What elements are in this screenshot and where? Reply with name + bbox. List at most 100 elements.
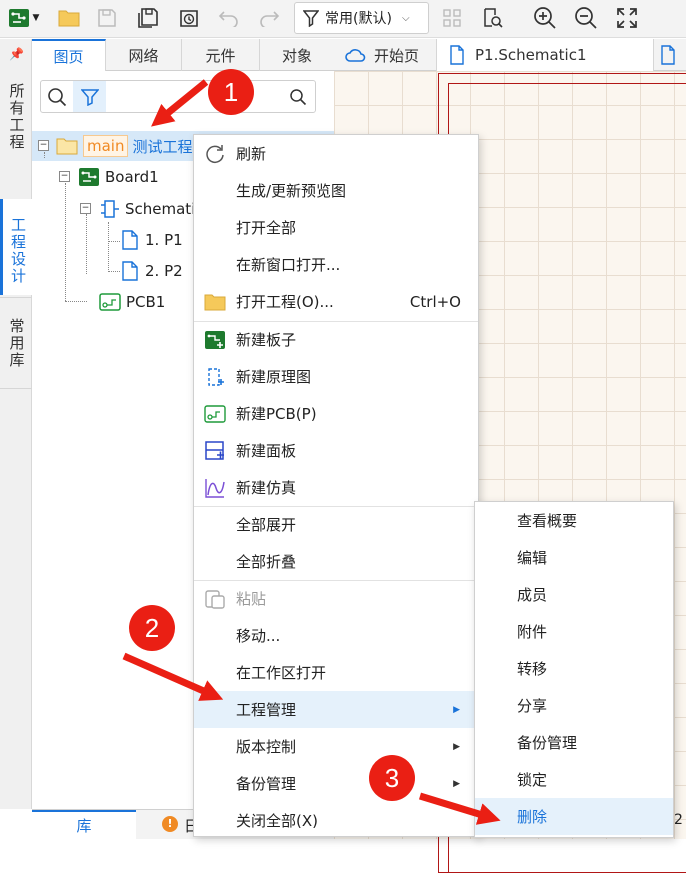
chevron-down-icon: ⌵ bbox=[401, 12, 410, 24]
tab-pages[interactable]: 图页 bbox=[32, 39, 106, 71]
menu-item-version-control[interactable]: 版本控制 ▶ bbox=[194, 728, 478, 765]
menu-item-paste[interactable]: 粘贴 bbox=[194, 580, 478, 617]
menu-item-expand-all[interactable]: 全部展开 bbox=[194, 506, 478, 543]
project-name: 测试工程 bbox=[132, 137, 193, 156]
tree-line bbox=[65, 183, 66, 301]
menu-item-label: 关闭全部(X) bbox=[236, 812, 318, 830]
folder-icon bbox=[204, 294, 226, 311]
app-logo-icon[interactable]: ▼ bbox=[4, 4, 42, 32]
tree-project-row[interactable]: main 测试工程 bbox=[56, 133, 193, 159]
submenu-item-overview[interactable]: 查看概要 bbox=[475, 502, 673, 539]
menu-item-label: 新建面板 bbox=[236, 442, 297, 460]
save-all-icon[interactable] bbox=[135, 4, 161, 32]
tree-line bbox=[86, 214, 87, 274]
document-tab-bar: 开始页 P1.Schematic1 bbox=[334, 39, 686, 71]
menu-item-new-panel[interactable]: 新建面板 bbox=[194, 432, 478, 469]
submenu-item-delete[interactable]: 删除 bbox=[475, 798, 673, 835]
side-tab-project-design[interactable]: 工程设计 bbox=[0, 199, 32, 295]
menu-item-refresh[interactable]: 刷新 bbox=[194, 135, 478, 172]
collapse-toggle[interactable]: − bbox=[80, 203, 91, 214]
tab-objects[interactable]: 对象 bbox=[260, 39, 334, 71]
submenu-item-members[interactable]: 成员 bbox=[475, 576, 673, 613]
menu-item-new-schematic[interactable]: 新建原理图 bbox=[194, 358, 478, 395]
pin-icon[interactable]: 📌 bbox=[9, 47, 24, 61]
submenu-item-share[interactable]: 分享 bbox=[475, 687, 673, 724]
menu-item-close-all[interactable]: 关闭全部(X) bbox=[194, 802, 478, 839]
redo-icon[interactable] bbox=[256, 4, 282, 32]
grid-icon[interactable] bbox=[439, 4, 465, 32]
open-folder-icon[interactable] bbox=[56, 4, 82, 32]
menu-item-open-all[interactable]: 打开全部 bbox=[194, 209, 478, 246]
zoom-out-icon[interactable] bbox=[572, 4, 600, 32]
menu-item-label: 生成/更新预览图 bbox=[236, 182, 347, 200]
menu-item-label: 新建原理图 bbox=[236, 368, 312, 386]
save-icon[interactable] bbox=[94, 4, 120, 32]
submenu-item-label: 锁定 bbox=[517, 771, 548, 789]
branch-tag: main bbox=[83, 135, 129, 157]
tab-label: 元件 bbox=[205, 46, 236, 65]
menu-item-collapse-all[interactable]: 全部折叠 bbox=[194, 543, 478, 580]
cloud-icon bbox=[345, 49, 366, 62]
menu-item-label: 工程管理 bbox=[236, 701, 297, 719]
menu-item-new-pcb[interactable]: 新建PCB(P) bbox=[194, 395, 478, 432]
submenu-item-backup-management[interactable]: 备份管理 bbox=[475, 724, 673, 761]
submenu-item-lock[interactable]: 锁定 bbox=[475, 761, 673, 798]
schematic-icon bbox=[101, 200, 119, 218]
menu-item-open-in-workspace[interactable]: 在工作区打开 bbox=[194, 654, 478, 691]
schematic-name: Schemati bbox=[125, 200, 196, 218]
menu-item-label: 新建PCB(P) bbox=[236, 405, 317, 423]
tree-page-row[interactable]: 2. P2 bbox=[121, 258, 183, 284]
menu-item-label: 在新窗口打开... bbox=[236, 256, 341, 274]
menu-item-backup-management[interactable]: 备份管理 ▶ bbox=[194, 765, 478, 802]
undo-icon[interactable] bbox=[216, 4, 242, 32]
fit-icon[interactable] bbox=[613, 4, 641, 32]
tab-library[interactable]: 库 bbox=[32, 810, 136, 839]
find-icon[interactable] bbox=[479, 4, 505, 32]
chevron-down-icon: ▼ bbox=[32, 13, 40, 23]
mode-select[interactable]: 常用(默认) ⌵ bbox=[294, 2, 429, 34]
menu-item-project-management[interactable]: 工程管理 ▶ bbox=[194, 691, 478, 728]
context-menu: 刷新 生成/更新预览图 打开全部 在新窗口打开... 打开工程(O)... Ct… bbox=[193, 134, 479, 837]
new-board-icon bbox=[205, 331, 225, 349]
side-tab-common-library[interactable]: 常用库 bbox=[0, 297, 32, 389]
tree-schematic-row[interactable]: Schemati bbox=[99, 196, 195, 222]
menu-item-move[interactable]: 移动... bbox=[194, 617, 478, 654]
tree-board-row[interactable]: Board1 bbox=[78, 164, 159, 190]
board-name: Board1 bbox=[105, 168, 159, 186]
zoom-in-icon[interactable] bbox=[531, 4, 559, 32]
panel-tab-bar: 图页 网络 元件 对象 bbox=[32, 39, 334, 71]
submenu-item-edit[interactable]: 编辑 bbox=[475, 539, 673, 576]
search-icon[interactable] bbox=[47, 87, 67, 111]
collapse-toggle[interactable]: − bbox=[38, 140, 49, 151]
tab-nets[interactable]: 网络 bbox=[106, 39, 182, 71]
menu-item-open-new-window[interactable]: 在新窗口打开... bbox=[194, 246, 478, 283]
collapse-toggle[interactable]: − bbox=[59, 171, 70, 182]
tree-line bbox=[44, 152, 45, 158]
chevron-right-icon: ▶ bbox=[453, 704, 460, 715]
tab-label: 对象 bbox=[281, 46, 312, 65]
menu-item-open-project[interactable]: 打开工程(O)... Ctrl+O bbox=[194, 283, 478, 320]
menu-item-label: 全部展开 bbox=[236, 516, 297, 534]
tree-page-row[interactable]: 1. P1 bbox=[121, 227, 183, 253]
menu-item-label: 在工作区打开 bbox=[236, 664, 327, 682]
menu-item-new-simulation[interactable]: 新建仿真 bbox=[194, 469, 478, 506]
menu-item-label: 移动... bbox=[236, 627, 281, 645]
menu-item-label: 刷新 bbox=[236, 145, 267, 163]
tree-line bbox=[108, 222, 109, 272]
search-icon[interactable] bbox=[289, 88, 307, 110]
tree-pcb-row[interactable]: PCB1 bbox=[99, 289, 165, 315]
menu-item-new-board[interactable]: 新建板子 bbox=[194, 321, 478, 358]
tab-schematic[interactable]: P1.Schematic1 bbox=[436, 39, 654, 71]
tab-components[interactable]: 元件 bbox=[182, 39, 260, 71]
new-pcb-icon bbox=[204, 405, 226, 423]
side-tab-all-projects[interactable]: 所有工程 bbox=[0, 75, 32, 197]
submenu-item-transfer[interactable]: 转移 bbox=[475, 650, 673, 687]
page-icon[interactable] bbox=[656, 39, 676, 71]
filter-icon[interactable] bbox=[73, 81, 106, 112]
submenu-item-attachments[interactable]: 附件 bbox=[475, 613, 673, 650]
search-input[interactable] bbox=[111, 84, 281, 109]
menu-item-generate-preview[interactable]: 生成/更新预览图 bbox=[194, 172, 478, 209]
history-icon[interactable] bbox=[176, 4, 202, 32]
submenu-item-label: 附件 bbox=[517, 623, 548, 641]
tab-start-page[interactable]: 开始页 bbox=[344, 39, 419, 71]
